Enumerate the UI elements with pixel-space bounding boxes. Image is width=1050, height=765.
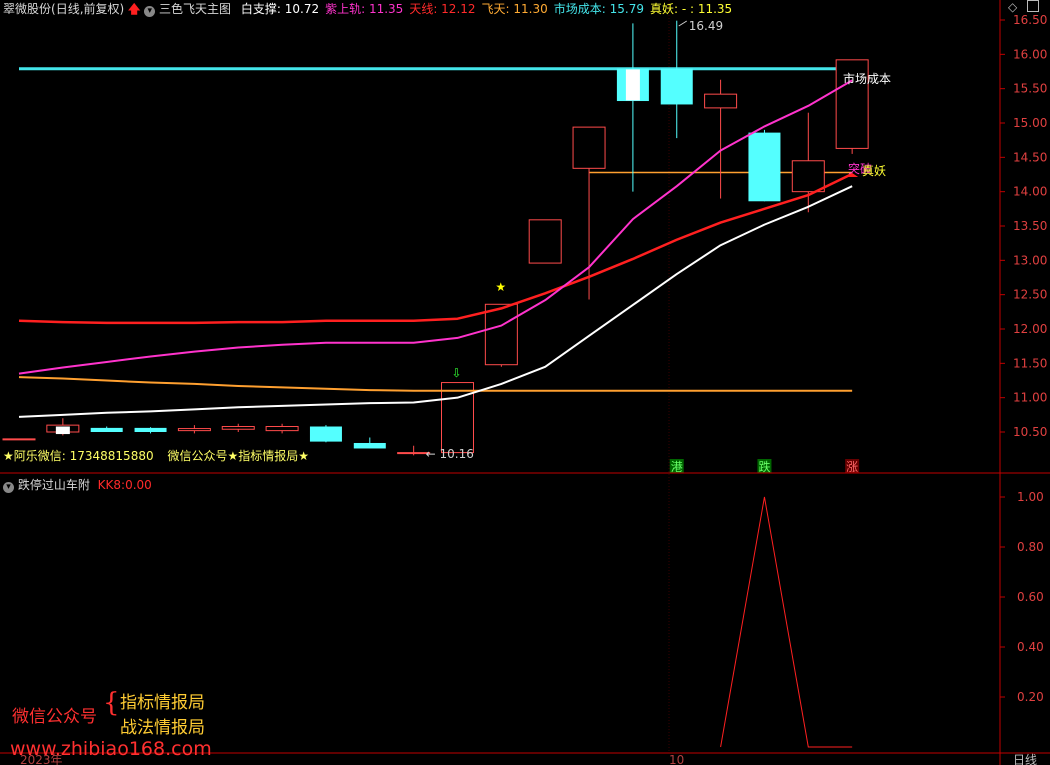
candle-body-up: [528, 219, 562, 264]
candle-body-up: [572, 126, 606, 169]
header-field: 白支撑: 10.72: [240, 2, 320, 16]
sub-axis-label: 0.60: [1017, 590, 1044, 604]
kk8-value: 0.00: [125, 478, 152, 492]
candle-body-down: [90, 427, 123, 432]
candle-body-down: [309, 426, 342, 442]
stock-name: 翠微股份: [3, 2, 52, 16]
brand-line-2: 战法情报局: [120, 718, 205, 738]
candle-inner-white: [625, 69, 640, 101]
mode-label: (日线,前复权): [51, 2, 125, 16]
kk8-line: [720, 496, 853, 748]
site-url[interactable]: www.zhibiao168.com: [10, 738, 212, 760]
contact-watermark: ★阿乐微信: 17348815880 微信公众号★指标情报局★: [3, 447, 309, 464]
low-price-label: ← 10.16: [426, 447, 474, 461]
main-axis-label: 13.00: [1013, 253, 1047, 267]
candle-body-down: [353, 442, 386, 449]
sub-axis-label: 0.20: [1017, 690, 1044, 704]
header-field: 天线: 12.12: [409, 2, 476, 16]
candle-body-up: [2, 438, 36, 441]
high-price-label: 16.49: [689, 19, 723, 33]
candle-inner-white: [55, 426, 70, 435]
signal-tag: 涨: [846, 459, 858, 474]
sub-header: ▾ 跌停过山车附 KK8:0.00: [3, 476, 152, 493]
sub-indicator-plot: [720, 496, 853, 748]
brand-line-1: 指标情报局: [120, 693, 205, 713]
sub-axis-label: 0.40: [1017, 640, 1044, 654]
period-label: 日线: [1013, 753, 1037, 765]
main-axis-label: 11.00: [1013, 391, 1047, 405]
purple-upper-line: [18, 79, 853, 375]
antenna-line: [18, 172, 853, 325]
chart-canvas: 16.49← 10.16市场成本突破真妖★⇩港跌涨 16.5016.0015.5…: [0, 0, 1050, 765]
close-box-icon[interactable]: [1027, 0, 1040, 12]
gzh-label: 微信公众号: [12, 707, 97, 727]
candle-body-up: [704, 93, 738, 109]
candle-body-down: [748, 132, 781, 202]
candle-body-up: [484, 303, 518, 366]
main-axis-label: 10.50: [1013, 425, 1047, 439]
down-arrow-icon: ⇩: [452, 366, 462, 380]
window-controls: ◇: [1008, 0, 1040, 14]
up-arrow-icon: 🡅: [128, 2, 141, 16]
main-axis-label: 11.50: [1013, 356, 1047, 370]
main-axis-label: 14.00: [1013, 185, 1047, 199]
main-header: 翠微股份(日线,前复权) 🡅 ▾ 三色飞天主图 白支撑: 10.72 紫上轨: 1…: [3, 0, 732, 21]
candle-body-up: [441, 382, 474, 454]
signal-tag: 跌: [758, 459, 770, 474]
candle-body-up: [177, 428, 211, 432]
collapse-icon[interactable]: ▾: [3, 482, 14, 493]
candle-body-up: [791, 160, 825, 193]
sub-indicator-name[interactable]: 跌停过山车附: [18, 478, 90, 492]
diamond-icon[interactable]: ◇: [1008, 0, 1017, 14]
date-label-month: 10: [669, 753, 684, 765]
indicator-name[interactable]: 三色飞天主图: [159, 2, 231, 16]
main-axis-label: 12.50: [1013, 288, 1047, 302]
header-field: 市场成本: 15.79: [553, 2, 644, 16]
main-axis-label: 16.50: [1013, 13, 1047, 27]
real-demon-label: 真妖: [862, 164, 886, 178]
feitian-line: [18, 376, 853, 392]
kk8-label: KK8:: [97, 478, 126, 492]
gzh-text: 微信公众号★指标情报局★: [167, 449, 309, 463]
main-axis-label: 14.50: [1013, 150, 1047, 164]
signal-tag: 港: [671, 460, 683, 474]
high-pointer: [678, 20, 688, 27]
candle-body-up: [221, 426, 255, 430]
collapse-icon[interactable]: ▾: [144, 6, 156, 17]
main-axis-label: 12.00: [1013, 322, 1047, 336]
contact-text: ★阿乐微信: 17348815880: [3, 449, 154, 463]
main-axis-label: 15.00: [1013, 116, 1047, 130]
brace-icon: {: [103, 688, 120, 718]
candle-body-up: [265, 426, 299, 432]
sub-axis-label: 0.80: [1017, 540, 1044, 554]
main-axis-label: 16.00: [1013, 47, 1047, 61]
main-price-plot: 16.49← 10.16市场成本突破真妖★⇩港跌涨: [2, 19, 891, 474]
header-field: 真妖: - : 11.35: [649, 2, 733, 16]
indicator-fields: 白支撑: 10.72 紫上轨: 11.35 天线: 12.12 飞天: 11.30 市场…: [235, 2, 732, 16]
header-field: 飞天: 11.30: [481, 2, 548, 16]
main-axis-label: 15.50: [1013, 82, 1047, 96]
candle-body-down: [134, 427, 167, 432]
header-field: 紫上轨: 11.35: [325, 2, 404, 16]
candle-body-down: [660, 68, 693, 105]
main-axis-label: 13.50: [1013, 219, 1047, 233]
sub-axis-label: 1.00: [1017, 490, 1044, 504]
market-cost-label: 市场成本: [843, 71, 891, 86]
star-icon: ★: [495, 280, 506, 294]
